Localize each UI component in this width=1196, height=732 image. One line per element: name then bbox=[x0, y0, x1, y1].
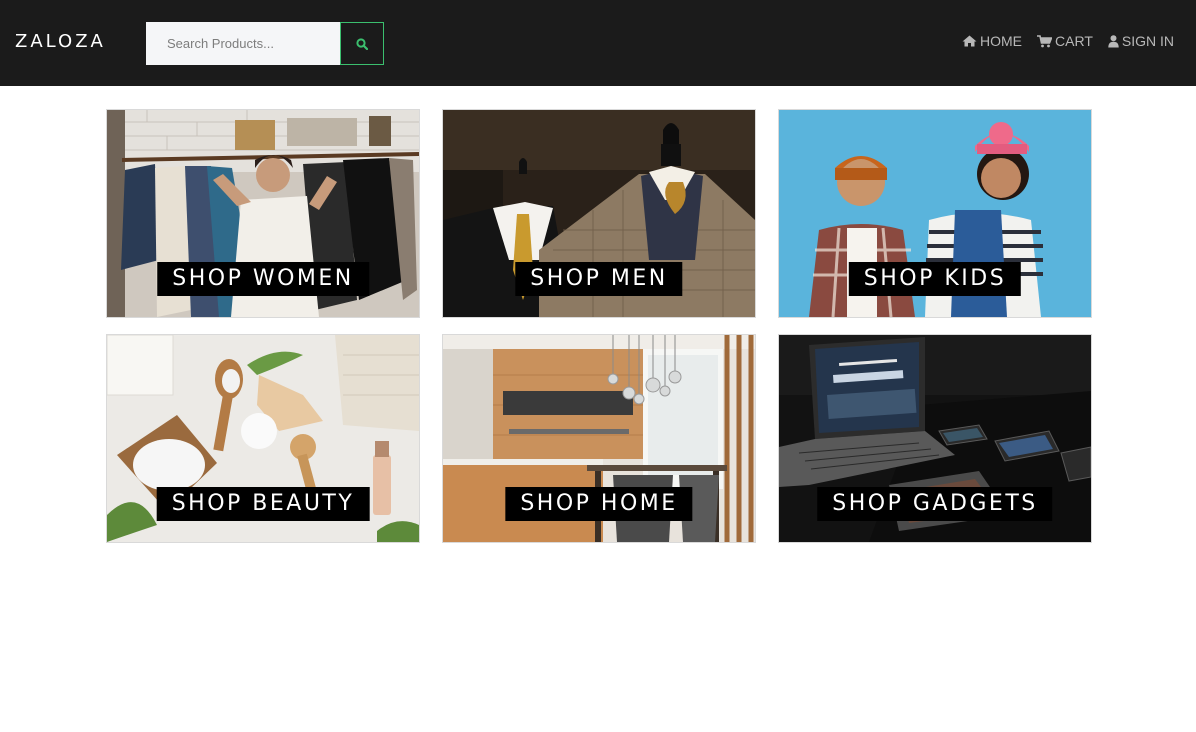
search-form bbox=[146, 22, 384, 65]
brand-logo[interactable]: ZALOZA bbox=[15, 31, 106, 52]
nav-signin-label: SIGN IN bbox=[1121, 33, 1174, 49]
nav-cart-label: CART bbox=[1055, 33, 1093, 49]
category-tile-women[interactable]: SHOP WOMEN bbox=[106, 109, 420, 318]
nav-cart-link[interactable]: CART bbox=[1037, 33, 1093, 49]
category-tile-gadgets[interactable]: SHOP GADGETS bbox=[778, 334, 1092, 543]
tile-label-men: SHOP MEN bbox=[515, 262, 683, 296]
home-icon bbox=[962, 35, 977, 47]
tile-label-women: SHOP WOMEN bbox=[157, 262, 369, 296]
cart-icon bbox=[1037, 34, 1053, 47]
navbar: ZALOZA HOME CART bbox=[0, 0, 1196, 86]
tile-label-gadgets: SHOP GADGETS bbox=[817, 487, 1053, 521]
search-icon bbox=[356, 37, 368, 50]
nav-home-link[interactable]: HOME bbox=[962, 33, 1022, 49]
search-button[interactable] bbox=[340, 22, 384, 65]
nav-signin-link[interactable]: SIGN IN bbox=[1108, 33, 1174, 49]
tile-label-kids: SHOP KIDS bbox=[848, 262, 1022, 296]
category-tile-men[interactable]: SHOP MEN bbox=[442, 109, 756, 318]
nav-home-label: HOME bbox=[980, 33, 1023, 49]
tile-label-home: SHOP HOME bbox=[505, 487, 693, 521]
search-input[interactable] bbox=[146, 22, 340, 65]
category-tile-beauty[interactable]: SHOP BEAUTY bbox=[106, 334, 420, 543]
tile-label-beauty: SHOP BEAUTY bbox=[156, 487, 370, 521]
user-icon bbox=[1108, 34, 1119, 47]
nav-links: HOME CART SIGN IN bbox=[962, 33, 1174, 49]
category-tile-kids[interactable]: SHOP KIDS bbox=[778, 109, 1092, 318]
category-tile-home[interactable]: SHOP HOME bbox=[442, 334, 756, 543]
